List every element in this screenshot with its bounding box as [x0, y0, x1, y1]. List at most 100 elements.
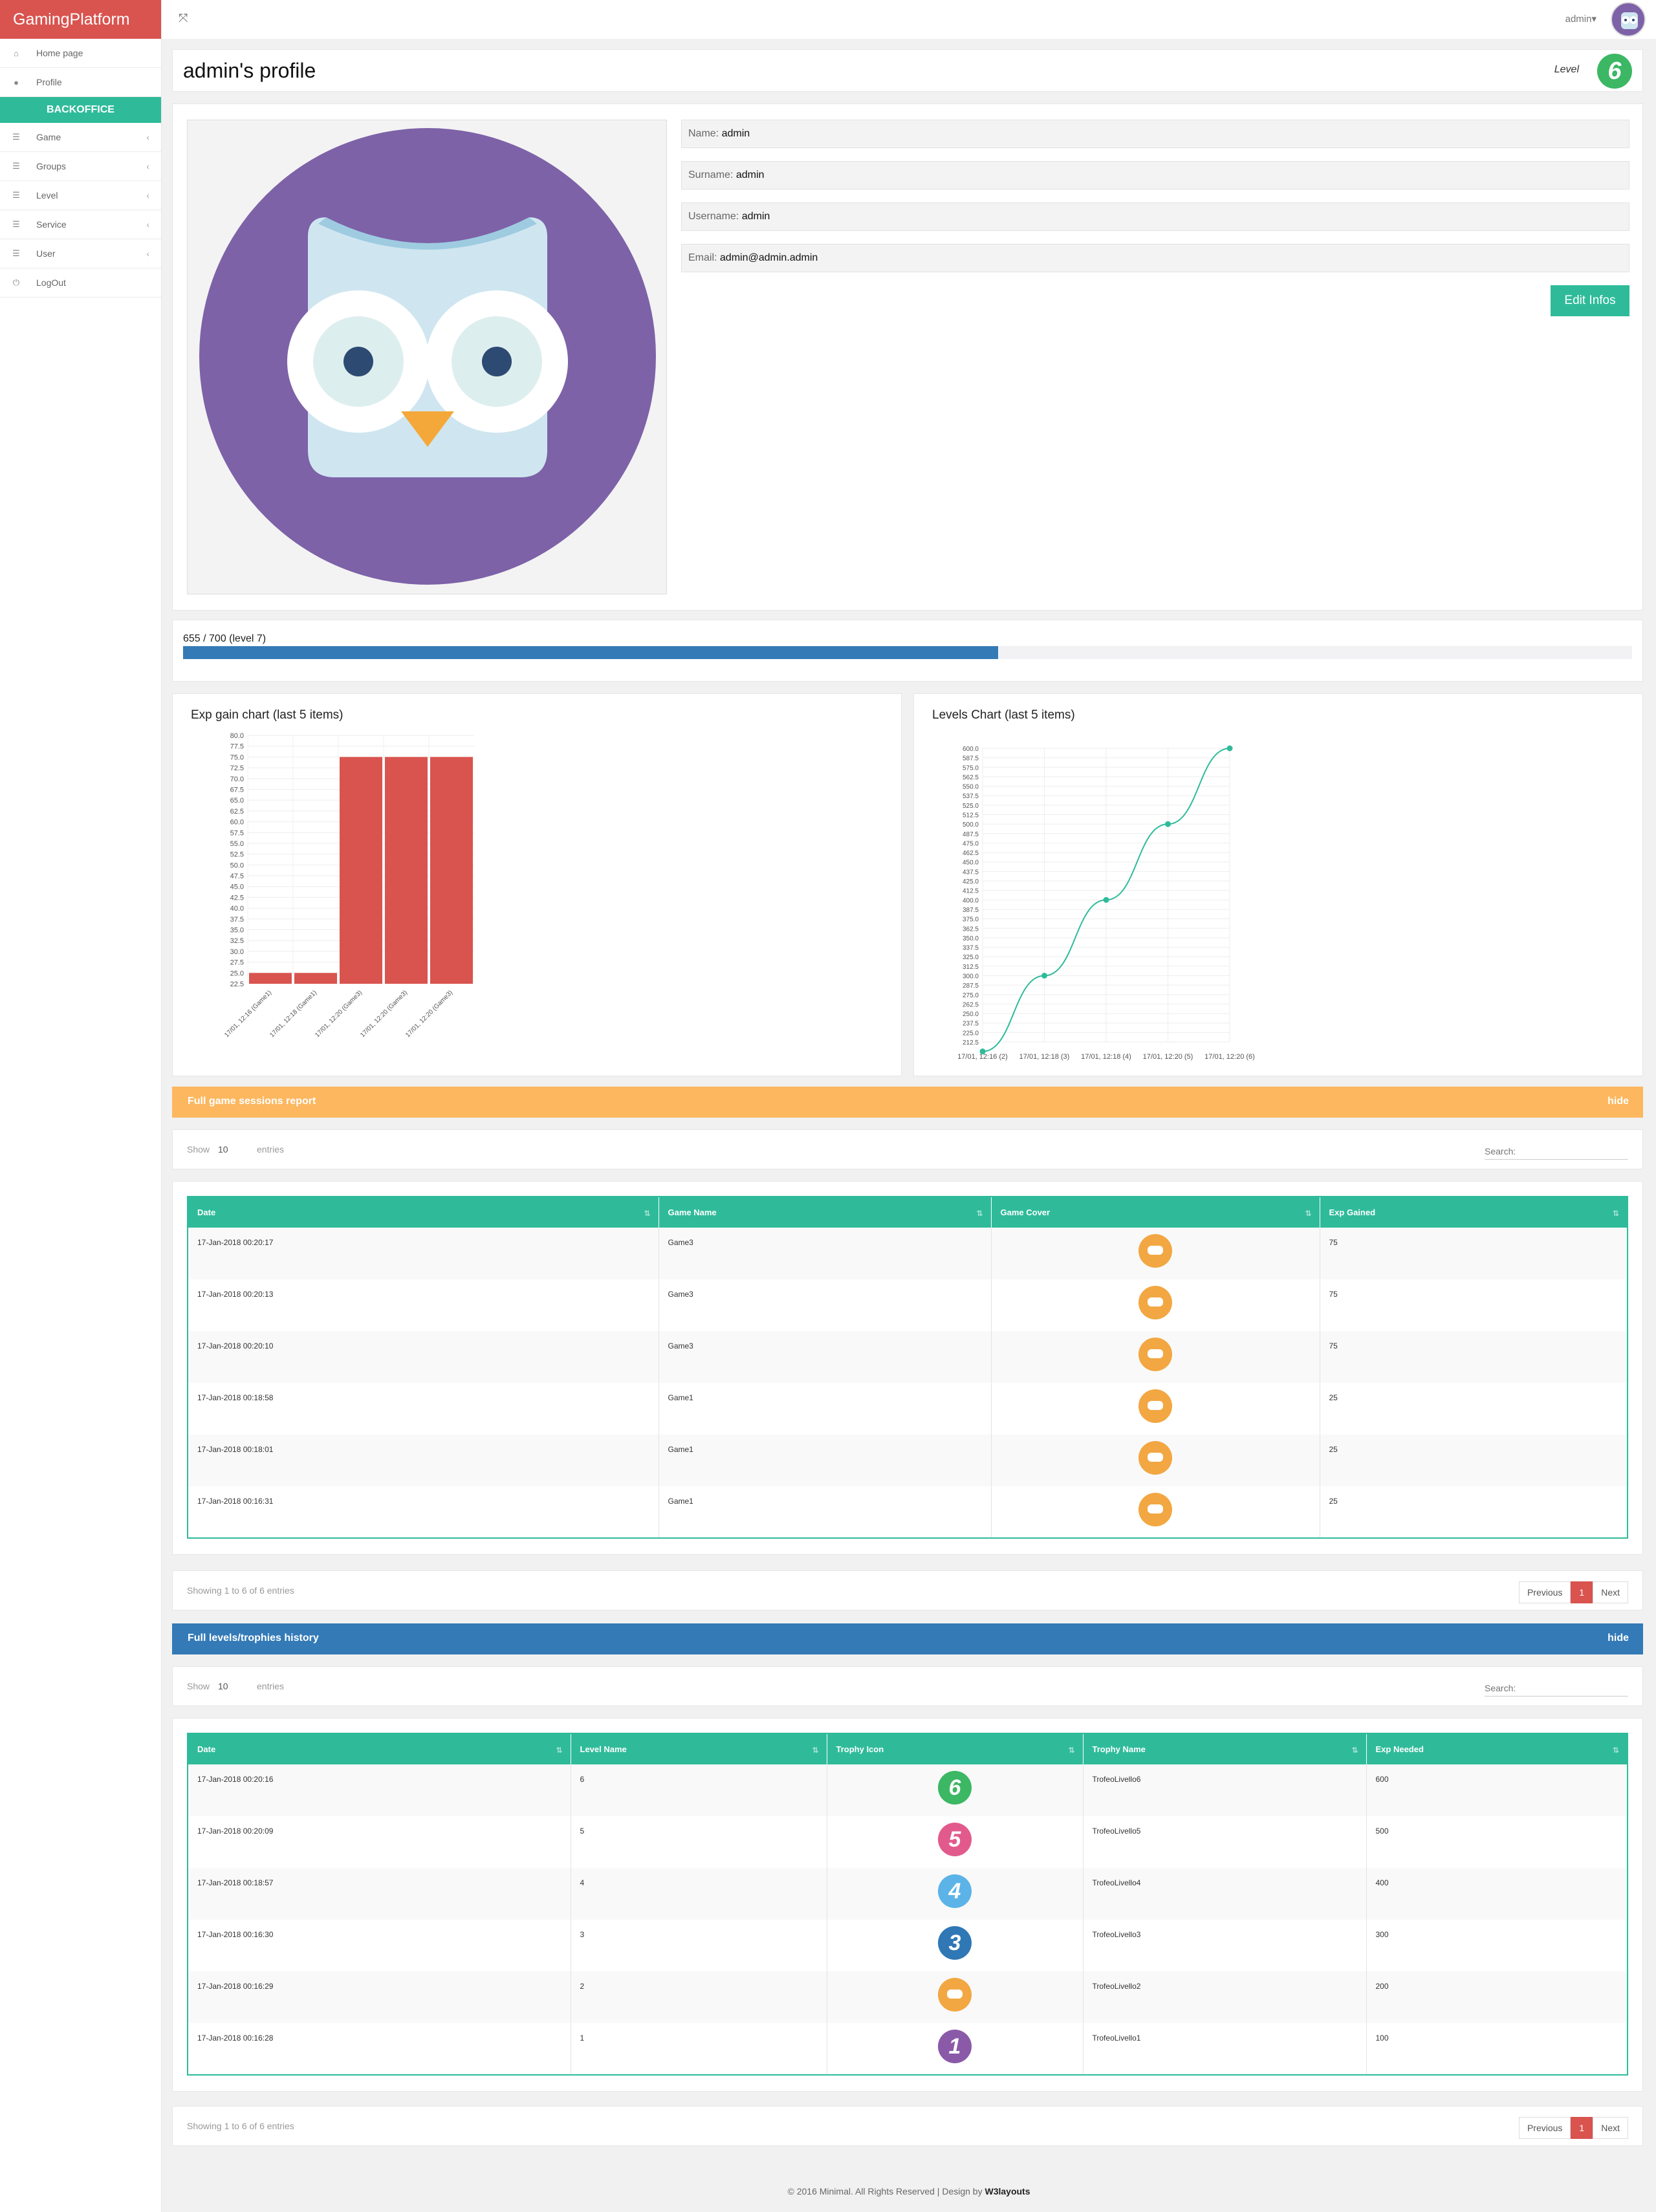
cell-exp-needed: 600 [1366, 1764, 1628, 1816]
x-tick-label: 17/01, 12:20 (Game3) [314, 989, 364, 1039]
progress-bar [183, 646, 1632, 659]
y-tick-label: 212.5 [963, 1039, 979, 1046]
expand-icon[interactable]: ⤧ [179, 12, 188, 25]
cell-date: 17-Jan-2018 00:20:13 [188, 1279, 659, 1331]
brand-logo[interactable]: GamingPlatform [0, 0, 161, 39]
sidebar-item-level[interactable]: ☰ Level ‹ [0, 181, 161, 210]
name-field: Name: admin [681, 120, 1629, 148]
sidebar-section-backoffice: BACKOFFICE [0, 97, 161, 123]
cell-game-cover [991, 1383, 1320, 1435]
sessions-report-header: Full game sessions report hide [172, 1087, 1643, 1118]
show-label: Show [187, 1144, 210, 1155]
column-header-trophy-name[interactable]: Trophy Name ⇅ [1083, 1733, 1367, 1764]
gamepad-icon [1138, 1389, 1172, 1423]
previous-page-button[interactable]: Previous [1518, 2117, 1571, 2139]
y-tick-label: 40.0 [230, 905, 244, 913]
table-row: 17-Jan-2018 00:16:30 3 3 TrofeoLivello3 … [188, 1920, 1628, 1971]
sidebar-item-home[interactable]: ⌂ Home page [0, 39, 161, 68]
cell-date: 17-Jan-2018 00:16:28 [188, 2023, 571, 2075]
user-menu[interactable]: admin▾ [1565, 13, 1596, 25]
sidebar-item-groups[interactable]: ☰ Groups ‹ [0, 152, 161, 181]
page-title: admin's profile [183, 59, 316, 82]
entries-select[interactable]: 10 [218, 1681, 228, 1691]
cell-level-name: 5 [571, 1816, 827, 1868]
email-label: Email: [688, 252, 717, 263]
column-header-game-name[interactable]: Game Name ⇅ [659, 1197, 992, 1228]
page-button[interactable]: 1 [1571, 1581, 1593, 1603]
username-label: Username: [688, 211, 739, 222]
next-page-button[interactable]: Next [1593, 2117, 1628, 2139]
column-header-date[interactable]: Date ⇅ [188, 1197, 659, 1228]
x-tick-label: 17/01, 12:16 (Game1) [223, 989, 273, 1039]
column-header-level-name[interactable]: Level Name ⇅ [571, 1733, 827, 1764]
data-point [1103, 896, 1109, 903]
email-value: admin@admin.admin [719, 252, 818, 263]
y-tick-label: 312.5 [963, 964, 979, 971]
levels-chart-panel: Levels Chart (last 5 items) 212.5 225.0 23… [913, 693, 1643, 1076]
edit-infos-button[interactable]: Edit Infos [1551, 285, 1629, 316]
email-field: Email: admin@admin.admin [681, 244, 1629, 272]
column-header-date[interactable]: Date ⇅ [188, 1733, 571, 1764]
cell-exp-needed: 300 [1366, 1920, 1628, 1971]
sidebar-item-profile[interactable]: ● Profile [0, 68, 161, 97]
gamepad-icon [938, 1978, 972, 2011]
trophy-level-6-icon: 6 [938, 1771, 972, 1805]
cell-trophy-name: TrofeoLivello6 [1083, 1764, 1367, 1816]
cell-exp-gained: 75 [1320, 1331, 1628, 1383]
next-page-button[interactable]: Next [1593, 1581, 1628, 1603]
cell-date: 17-Jan-2018 00:16:31 [188, 1486, 659, 1538]
x-tick-label: 17/01, 12:20 (Game3) [359, 989, 409, 1039]
y-tick-label: 587.5 [963, 755, 979, 763]
previous-page-button[interactable]: Previous [1518, 1581, 1571, 1603]
chevron-left-icon: ‹ [146, 190, 149, 201]
cell-exp-gained: 25 [1320, 1435, 1628, 1486]
column-header-exp-needed[interactable]: Exp Needed ⇅ [1366, 1733, 1628, 1764]
column-header-game-cover[interactable]: Game Cover ⇅ [991, 1197, 1320, 1228]
data-point [1226, 745, 1233, 752]
bar [430, 757, 473, 984]
trophy-level-4-icon: 4 [938, 1874, 972, 1908]
sidebar-item-service[interactable]: ☰ Service ‹ [0, 210, 161, 239]
cell-exp-needed: 100 [1366, 2023, 1628, 2075]
trophies-hide-button[interactable]: hide [1607, 1632, 1629, 1644]
levels-chart: 212.5 225.0 237.5 250.0 262.5 275.0 287.5 300.0… [957, 745, 1255, 1061]
column-header-exp-gained[interactable]: Exp Gained ⇅ [1320, 1197, 1628, 1228]
y-tick-label: 487.5 [963, 831, 979, 838]
profile-avatar [187, 120, 667, 594]
y-tick-label: 237.5 [963, 1021, 979, 1028]
sessions-hide-button[interactable]: hide [1607, 1096, 1629, 1107]
column-header-trophy-icon[interactable]: Trophy Icon ⇅ [827, 1733, 1084, 1764]
sidebar-item-user[interactable]: ☰ User ‹ [0, 239, 161, 268]
entries-select[interactable]: 10 [218, 1144, 228, 1155]
sessions-table-panel: Date ⇅ Game Name ⇅ Game Cover ⇅ Exp Gained ⇅… [172, 1181, 1643, 1555]
name-value: admin [721, 128, 750, 139]
y-tick-label: 425.0 [963, 878, 979, 885]
bar [294, 973, 337, 984]
sessions-controls: Show 10 entries [172, 1129, 1643, 1169]
sort-icon: ⇅ [1612, 1746, 1619, 1755]
designer-link[interactable]: W3layouts [985, 2186, 1030, 2196]
cell-date: 17-Jan-2018 00:20:09 [188, 1816, 571, 1868]
search-input[interactable] [1485, 1680, 1628, 1697]
power-icon: ⏻ [12, 277, 20, 287]
sidebar-item-label: Profile [36, 77, 62, 87]
cell-date: 17-Jan-2018 00:20:17 [188, 1228, 659, 1279]
bar [340, 757, 382, 984]
y-tick-label: 80.0 [230, 732, 244, 740]
pagination: Previous 1 Next [1518, 1581, 1628, 1603]
level-progress-panel: 655 / 700 (level 7) [172, 620, 1643, 682]
y-tick-label: 575.0 [963, 764, 979, 772]
page-button[interactable]: 1 [1571, 2117, 1593, 2139]
sidebar-item-logout[interactable]: ⏻ LogOut [0, 268, 161, 298]
y-tick-label: 475.0 [963, 840, 979, 847]
cell-date: 17-Jan-2018 00:16:30 [188, 1920, 571, 1971]
sidebar-item-game[interactable]: ☰ Game ‹ [0, 123, 161, 152]
search-input[interactable] [1485, 1143, 1628, 1160]
y-tick-label: 550.0 [963, 784, 979, 791]
level-badge: 6 [1597, 54, 1632, 89]
gamepad-icon [1138, 1234, 1172, 1268]
sliders-icon: ☰ [12, 132, 20, 142]
y-tick-label: 512.5 [963, 812, 979, 819]
cell-exp-gained: 75 [1320, 1279, 1628, 1331]
avatar[interactable] [1611, 2, 1646, 37]
